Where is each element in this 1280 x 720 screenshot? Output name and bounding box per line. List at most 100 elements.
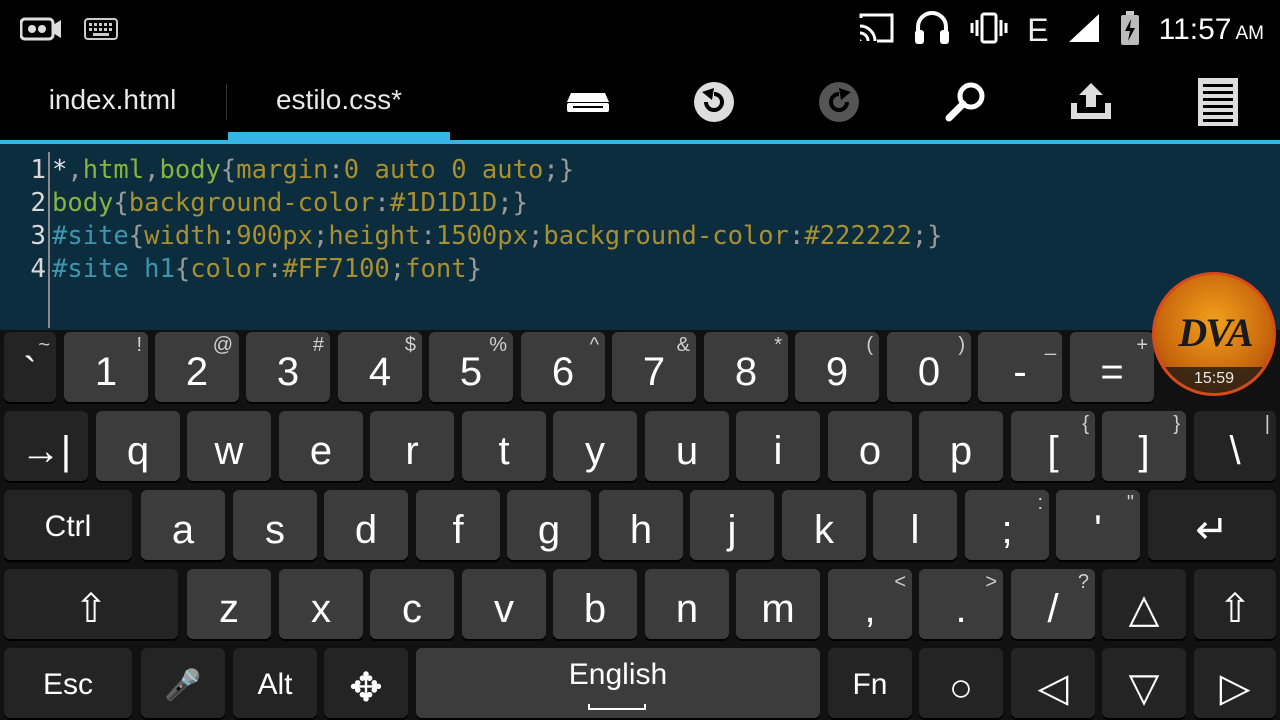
key-8[interactable]: 8 * bbox=[704, 332, 788, 402]
code-line[interactable]: #site{width:900px;height:1500px;backgrou… bbox=[52, 220, 943, 253]
key-v[interactable]: v bbox=[462, 569, 546, 639]
key-equals[interactable]: = + bbox=[1070, 332, 1154, 402]
key-shift[interactable]: ⇧ bbox=[4, 569, 178, 639]
key-label: g bbox=[537, 507, 561, 552]
upload-icon[interactable] bbox=[1063, 74, 1119, 130]
key-left-arrow[interactable]: ◁ bbox=[1011, 648, 1095, 718]
key-ctrl[interactable]: Ctrl bbox=[4, 490, 132, 560]
key-2[interactable]: 2 @ bbox=[155, 332, 239, 402]
key-label: y bbox=[585, 428, 605, 473]
key-c[interactable]: c bbox=[370, 569, 454, 639]
key-9[interactable]: 9( bbox=[795, 332, 879, 402]
search-icon[interactable] bbox=[938, 74, 994, 130]
code-line[interactable]: #site h1{color:#FF7100;font} bbox=[52, 253, 943, 286]
key-h[interactable]: h bbox=[599, 490, 683, 560]
key-e[interactable]: e bbox=[279, 411, 363, 481]
key-7[interactable]: 7 & bbox=[612, 332, 696, 402]
redo-icon[interactable] bbox=[811, 74, 867, 130]
code-token: 900px bbox=[236, 221, 314, 251]
code-text[interactable]: *,html,body{margin:0 auto 0 auto;} body{b… bbox=[52, 154, 943, 286]
key-o[interactable]: o bbox=[828, 411, 912, 481]
key-open-bracket[interactable]: [{ bbox=[1011, 411, 1095, 481]
floating-recorder-badge[interactable]: DVA 15:59 bbox=[1152, 272, 1276, 396]
key-up-arrow[interactable]: △ bbox=[1102, 569, 1186, 639]
key-home[interactable]: ○ bbox=[919, 648, 1003, 718]
key-right-arrow[interactable]: ▷ bbox=[1194, 648, 1276, 718]
key-english[interactable]: English bbox=[416, 648, 820, 718]
key-semicolon[interactable]: ;: bbox=[965, 490, 1049, 560]
key-alt-label: $ bbox=[404, 334, 416, 356]
key-label: h bbox=[629, 507, 653, 552]
code-line[interactable]: body{background-color:#1D1D1D;} bbox=[52, 187, 943, 220]
tab-estilo-css[interactable]: estilo.css* bbox=[228, 58, 450, 142]
key-l[interactable]: l bbox=[873, 490, 957, 560]
key-backslash[interactable]: \ | bbox=[1194, 411, 1276, 481]
key-6[interactable]: 6 ^ bbox=[521, 332, 605, 402]
code-token: : bbox=[328, 155, 344, 185]
key-esc[interactable]: Esc bbox=[4, 648, 132, 718]
key-comma[interactable]: , < bbox=[828, 569, 912, 639]
key-n[interactable]: n bbox=[645, 569, 729, 639]
key-f[interactable]: f bbox=[416, 490, 500, 560]
key-r[interactable]: r bbox=[370, 411, 454, 481]
key-i[interactable]: i bbox=[736, 411, 820, 481]
code-token: { bbox=[113, 188, 129, 218]
key-fn[interactable]: Fn bbox=[828, 648, 912, 718]
key-label: / bbox=[1047, 586, 1059, 631]
key-t[interactable]: t bbox=[462, 411, 546, 481]
key-slash[interactable]: /? bbox=[1011, 569, 1095, 639]
tab-index-html[interactable]: index.html bbox=[10, 58, 215, 142]
key-1[interactable]: 1! bbox=[64, 332, 148, 402]
key-period[interactable]: . > bbox=[919, 569, 1003, 639]
key-alt[interactable]: Alt bbox=[233, 648, 317, 718]
undo-icon[interactable] bbox=[686, 74, 742, 130]
key-z[interactable]: z bbox=[187, 569, 271, 639]
code-editor[interactable]: 1 2 3 4 *,html,body{margin:0 auto 0 auto… bbox=[0, 144, 1280, 330]
key-q[interactable]: q bbox=[96, 411, 180, 481]
key-label: v bbox=[494, 586, 514, 631]
key-g[interactable]: g bbox=[507, 490, 591, 560]
key-minus[interactable]: - _ bbox=[978, 332, 1062, 402]
key-alt-label: % bbox=[489, 334, 507, 356]
code-token: 0 auto 0 auto bbox=[343, 155, 544, 185]
key-0[interactable]: 0) bbox=[887, 332, 971, 402]
key-a[interactable]: a bbox=[141, 490, 225, 560]
key-u[interactable]: u bbox=[645, 411, 729, 481]
key-label: Alt bbox=[257, 668, 293, 701]
key-voice[interactable]: 🎤 bbox=[141, 648, 225, 718]
key-5[interactable]: 5% bbox=[429, 332, 513, 402]
key-shift[interactable]: ⇧ bbox=[1194, 569, 1276, 639]
status-bar: E 11:57 AM bbox=[0, 0, 1280, 58]
key-label: u bbox=[675, 428, 699, 473]
key-x[interactable]: x bbox=[279, 569, 363, 639]
code-line[interactable]: *,html,body{margin:0 auto 0 auto;} bbox=[52, 154, 943, 187]
menu-icon[interactable] bbox=[1190, 74, 1246, 130]
key-tab[interactable]: →| bbox=[4, 411, 88, 481]
key-y[interactable]: y bbox=[553, 411, 637, 481]
key-k[interactable]: k bbox=[782, 490, 866, 560]
key-enter[interactable]: ↵ bbox=[1148, 490, 1276, 560]
key-p[interactable]: p bbox=[919, 411, 1003, 481]
key-alt-label: * bbox=[774, 334, 782, 356]
key-label: →| bbox=[20, 428, 72, 473]
key-close-bracket[interactable]: ]} bbox=[1102, 411, 1186, 481]
key-label: j bbox=[727, 507, 737, 552]
key-m[interactable]: m bbox=[736, 569, 820, 639]
key-w[interactable]: w bbox=[187, 411, 271, 481]
line-number-gutter: 1 2 3 4 bbox=[0, 154, 46, 286]
keyboard-toggle-icon[interactable] bbox=[560, 74, 616, 130]
key-label: o bbox=[858, 428, 882, 473]
key-b[interactable]: b bbox=[553, 569, 637, 639]
key-s[interactable]: s bbox=[233, 490, 317, 560]
key-backtick[interactable]: ` ~ bbox=[4, 332, 56, 402]
key-3[interactable]: 3 # bbox=[246, 332, 330, 402]
key-j[interactable]: j bbox=[690, 490, 774, 560]
key-label: 1 bbox=[94, 349, 118, 394]
key-4[interactable]: 4 $ bbox=[338, 332, 422, 402]
code-token: ;} bbox=[911, 221, 943, 251]
key-d[interactable]: d bbox=[324, 490, 408, 560]
key-alt-label: & bbox=[676, 334, 690, 356]
key-down-arrow[interactable]: ▽ bbox=[1102, 648, 1186, 718]
key-quote[interactable]: ' " bbox=[1056, 490, 1140, 560]
key-dpad[interactable]: ✥ bbox=[324, 648, 408, 718]
